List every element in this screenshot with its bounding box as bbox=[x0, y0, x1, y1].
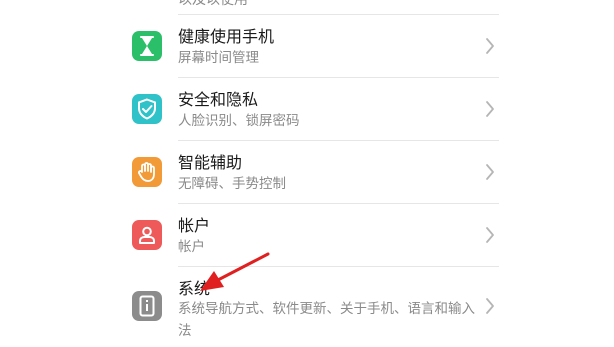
chevron-right-icon bbox=[486, 227, 494, 243]
settings-item-subtitle: 人脸识别、锁屏密码 bbox=[178, 113, 300, 129]
system-info-icon bbox=[132, 291, 162, 321]
person-icon bbox=[132, 220, 162, 250]
settings-item-title: 帐户 bbox=[178, 216, 211, 235]
settings-item-health[interactable]: 健康使用手机 屏幕时间管理 bbox=[0, 15, 614, 77]
partial-subtitle-top: 以及以使用 bbox=[178, 0, 248, 8]
settings-item-subtitle: 帐户 bbox=[178, 239, 205, 255]
settings-item-subtitle: 无障碍、手势控制 bbox=[178, 176, 286, 192]
hand-icon bbox=[132, 157, 162, 187]
settings-item-subtitle: 系统导航方式、软件更新、关于手机、语言和输入法 bbox=[178, 301, 475, 339]
hourglass-icon bbox=[132, 31, 162, 61]
settings-item-title: 系统 bbox=[178, 279, 211, 298]
chevron-right-icon bbox=[486, 101, 494, 117]
settings-item-accessibility[interactable]: 智能辅助 无障碍、手势控制 bbox=[0, 141, 614, 203]
shield-check-icon bbox=[132, 94, 162, 124]
settings-item-account[interactable]: 帐户 帐户 bbox=[0, 204, 614, 266]
settings-item-system[interactable]: 系统 系统导航方式、软件更新、关于手机、语言和输入法 bbox=[0, 267, 614, 347]
settings-item-security[interactable]: 安全和隐私 人脸识别、锁屏密码 bbox=[0, 78, 614, 140]
settings-item-subtitle: 屏幕时间管理 bbox=[178, 50, 259, 66]
settings-item-title: 健康使用手机 bbox=[178, 27, 275, 46]
chevron-right-icon bbox=[486, 298, 494, 314]
settings-item-title: 安全和隐私 bbox=[178, 90, 259, 109]
chevron-right-icon bbox=[486, 38, 494, 54]
chevron-right-icon bbox=[486, 164, 494, 180]
settings-list: 以及以使用 健康使用手机 屏幕时间管理 安全和隐私 人脸识别、锁屏密码 智能辅助… bbox=[0, 0, 614, 347]
settings-item-title: 智能辅助 bbox=[178, 153, 243, 172]
